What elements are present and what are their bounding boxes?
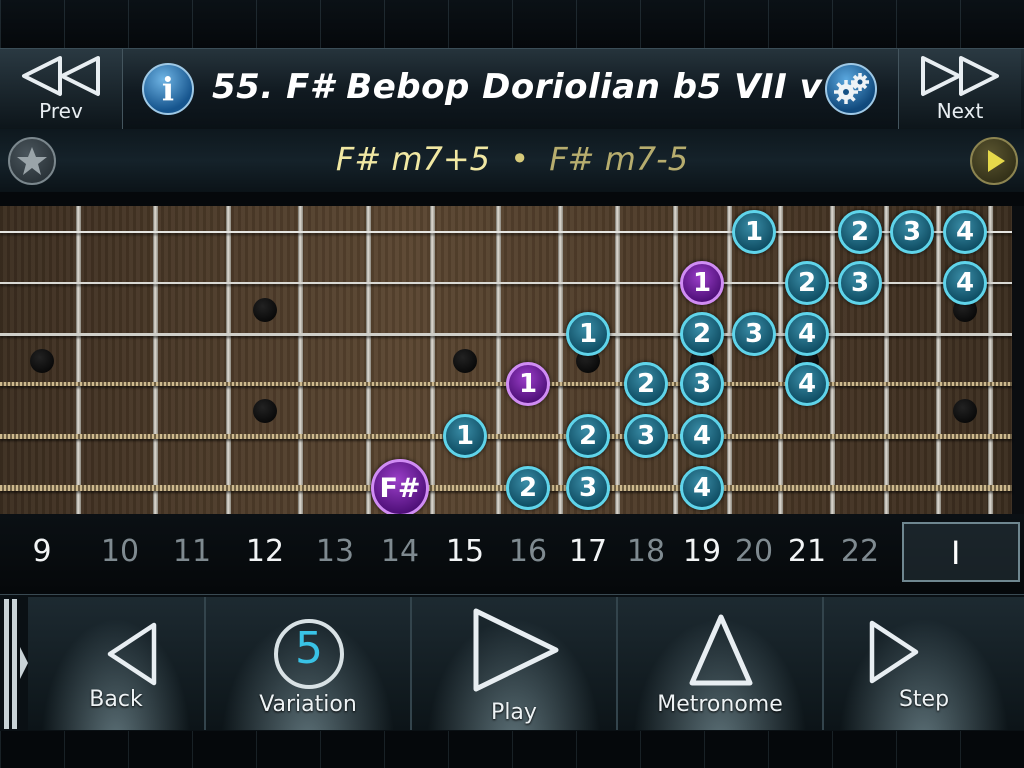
metronome-button[interactable]: Metronome xyxy=(618,597,824,730)
fret-number: 21 xyxy=(787,534,827,569)
metronome-label: Metronome xyxy=(657,692,783,717)
scale-note-marker[interactable]: 2 xyxy=(838,210,882,254)
fret-number: 20 xyxy=(734,534,774,569)
variation-indicator: 5 xyxy=(274,619,344,689)
back-arrow-icon xyxy=(107,622,157,686)
scale-note-marker[interactable]: 3 xyxy=(566,466,610,510)
fret-range-scroll-handle[interactable] xyxy=(902,522,1020,582)
fret-number: 13 xyxy=(315,534,355,569)
fret-inlay-dot xyxy=(953,399,977,423)
fret-wire xyxy=(298,206,303,514)
scale-note-marker[interactable]: 4 xyxy=(785,312,829,356)
scale-note-marker[interactable]: 1 xyxy=(506,362,550,406)
scale-note-marker[interactable]: 2 xyxy=(785,261,829,305)
fret-number: 17 xyxy=(568,534,608,569)
top-backdrop xyxy=(0,0,1024,48)
play-triangle-icon xyxy=(473,608,559,692)
scale-note-marker[interactable]: 1 xyxy=(566,312,610,356)
guitar-string-3 xyxy=(0,333,1012,336)
title-bar: Prev i 55. F# Bebop Doriolian b5 VII v 5… xyxy=(0,48,1024,130)
scroll-cursor-icon: I xyxy=(951,534,961,572)
info-icon[interactable]: i xyxy=(142,63,194,115)
scale-note-marker[interactable]: 1 xyxy=(732,210,776,254)
fretboard-edge xyxy=(1012,206,1024,514)
prev-label: Prev xyxy=(39,99,83,123)
scale-note-marker[interactable]: 4 xyxy=(943,261,987,305)
scale-note-marker[interactable]: 1 xyxy=(443,414,487,458)
chord-secondary: F# m7-5 xyxy=(549,140,689,178)
fret-number: 14 xyxy=(380,534,420,569)
rewind-icon xyxy=(22,56,100,96)
metronome-icon xyxy=(689,614,753,686)
chord-separator: • xyxy=(510,140,530,178)
fret-wire xyxy=(988,206,993,514)
scale-note-marker[interactable]: 3 xyxy=(680,362,724,406)
fret-wire xyxy=(936,206,941,514)
fret-number: 22 xyxy=(840,534,880,569)
scale-note-marker[interactable]: 2 xyxy=(566,414,610,458)
prev-button[interactable]: Prev xyxy=(0,49,123,129)
page-title: 55. F# Bebop Doriolian b5 VII v 5 xyxy=(212,67,859,107)
fret-number: 11 xyxy=(172,534,212,569)
scale-note-marker[interactable]: 3 xyxy=(624,414,668,458)
fret-number: 9 xyxy=(32,534,52,569)
fret-wire xyxy=(226,206,231,514)
fret-wire xyxy=(496,206,501,514)
scale-note-marker[interactable]: 2 xyxy=(624,362,668,406)
fast-forward-icon xyxy=(921,56,999,96)
step-arrow-icon xyxy=(869,620,919,684)
fret-wire xyxy=(884,206,889,514)
fret-number: 18 xyxy=(626,534,666,569)
fret-inlay-dot xyxy=(253,298,277,322)
fret-number: 15 xyxy=(445,534,485,569)
play-icon[interactable] xyxy=(970,137,1018,185)
scale-note-marker[interactable]: 4 xyxy=(943,210,987,254)
root-note-marker[interactable]: F# xyxy=(371,459,429,517)
scale-note-marker[interactable]: 2 xyxy=(680,312,724,356)
fret-wire xyxy=(727,206,732,514)
fret-number: 16 xyxy=(508,534,548,569)
scale-note-marker[interactable]: 4 xyxy=(680,414,724,458)
next-label: Next xyxy=(936,99,984,123)
next-button[interactable]: Next xyxy=(898,49,1021,129)
bottom-backdrop xyxy=(0,731,1024,768)
fret-inlay-dot xyxy=(453,349,477,373)
scale-note-marker[interactable]: 3 xyxy=(838,261,882,305)
fret-wire xyxy=(778,206,783,514)
step-label: Step xyxy=(898,687,950,712)
scale-note-marker[interactable]: 2 xyxy=(506,466,550,510)
variation-button[interactable]: 5 Variation xyxy=(206,597,412,730)
fret-wire xyxy=(615,206,620,514)
chord-names: F# m7+5 • F# m7-5 xyxy=(0,140,1024,178)
fret-wire xyxy=(558,206,563,514)
scale-note-marker[interactable]: 1 xyxy=(680,261,724,305)
fret-wire xyxy=(366,206,371,514)
scale-note-marker[interactable]: 3 xyxy=(732,312,776,356)
variation-label: Variation xyxy=(259,692,357,717)
fret-wire xyxy=(76,206,81,514)
drawer-handle[interactable] xyxy=(0,597,28,730)
fret-wire xyxy=(830,206,835,514)
fret-number: 12 xyxy=(245,534,285,569)
play-button[interactable]: Play xyxy=(412,597,618,730)
step-button[interactable]: Step xyxy=(824,597,1024,730)
fret-wire xyxy=(153,206,158,514)
fret-inlay-dot xyxy=(30,349,54,373)
chord-primary: F# m7+5 xyxy=(335,140,491,178)
scale-note-marker[interactable]: 3 xyxy=(890,210,934,254)
fret-number: 10 xyxy=(100,534,140,569)
back-button[interactable]: Back xyxy=(28,597,206,730)
guitar-string-5 xyxy=(0,434,1012,439)
fret-inlay-dot xyxy=(253,399,277,423)
gear-icon[interactable] xyxy=(825,63,877,115)
back-label: Back xyxy=(89,687,143,712)
fret-wire xyxy=(673,206,678,514)
play-label: Play xyxy=(491,700,537,725)
scale-note-marker[interactable]: 4 xyxy=(785,362,829,406)
fret-wire xyxy=(430,206,435,514)
variation-value: 5 xyxy=(295,623,323,674)
fret-number: 19 xyxy=(682,534,722,569)
scale-note-marker[interactable]: 4 xyxy=(680,466,724,510)
